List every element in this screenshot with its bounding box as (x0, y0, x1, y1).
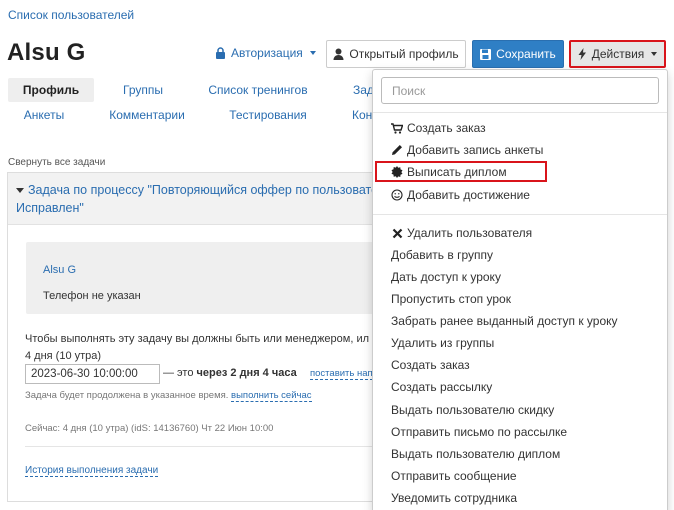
phone-text: Телефон не указан (43, 290, 141, 302)
divider (25, 446, 387, 447)
actions-dropdown-menu: Создать заказ Добавить запись анкеты Вып… (372, 69, 668, 510)
menu-item-label: Создать заказ (391, 358, 470, 372)
menu-item-label: Выдать пользователю диплом (391, 447, 561, 461)
menu-item-give-discount[interactable]: Выдать пользователю скидку (391, 400, 554, 420)
task-description: Чтобы выполнять эту задачу вы должны быт… (25, 331, 369, 365)
lock-icon (216, 47, 225, 59)
smile-icon (391, 189, 403, 201)
tab-trainings-list[interactable]: Список тренингов (203, 78, 313, 102)
menu-item-label: Создать рассылку (391, 380, 493, 394)
menu-item-grant-lesson-access[interactable]: Дать доступ к уроку (391, 267, 501, 287)
tab-groups[interactable]: Группы (108, 78, 178, 102)
menu-item-add-achievement[interactable]: Добавить достижение (391, 185, 530, 205)
cart-icon (391, 122, 403, 134)
menu-item-notify-employee[interactable]: Уведомить сотрудника (391, 488, 517, 508)
eta-text: — это через 2 дня 4 часа (163, 367, 297, 379)
prolong-note: Задача будет продолжена в указанное врем… (25, 390, 229, 401)
tab-tasks[interactable]: Зад (353, 78, 373, 102)
actions-label: Действия (591, 47, 645, 61)
collapse-all-tasks-link[interactable]: Свернуть все задачи (8, 157, 105, 168)
tab-comments[interactable]: Комментарии (108, 103, 186, 127)
menu-item-give-diploma[interactable]: Выдать пользователю диплом (391, 444, 560, 464)
menu-item-label: Удалить из группы (391, 336, 495, 350)
tab-contacts[interactable]: Конт (352, 103, 373, 127)
menu-item-create-order[interactable]: Создать заказ (391, 118, 486, 138)
current-time-info: Сейчас: 4 дня (10 утра) (idS: 14136760) … (25, 423, 274, 434)
task-title-line1[interactable]: Задача по процессу "Повторяющийся оффер … (28, 183, 392, 197)
menu-item-label: Удалить пользователя (407, 226, 533, 240)
menu-item-label: Выдать пользователю скидку (391, 403, 555, 417)
save-label: Сохранить (496, 47, 556, 61)
authorization-label: Авторизация (231, 46, 303, 60)
menu-divider (373, 112, 667, 113)
menu-item-label: Пропустить стоп урок (391, 292, 511, 306)
task-header[interactable]: Задача по процессу "Повторяющийся оффер … (8, 173, 406, 225)
prolong-text: Задача будет продолжена в указанное врем… (25, 390, 312, 402)
menu-item-add-to-group[interactable]: Добавить в группу (391, 245, 493, 265)
menu-item-label: Создать заказ (407, 121, 486, 135)
menu-item-add-form-record[interactable]: Добавить запись анкеты (391, 140, 543, 160)
menu-item-skip-stop-lesson[interactable]: Пропустить стоп урок (391, 289, 511, 309)
actions-dropdown-button[interactable]: Действия (569, 40, 666, 68)
menu-item-label: Отправить сообщение (391, 469, 517, 483)
page-title: Alsu G (7, 39, 86, 66)
menu-item-create-order-2[interactable]: Создать заказ (391, 355, 470, 375)
task-description-line1: Чтобы выполнять эту задачу вы должны быт… (25, 333, 370, 345)
menu-item-label: Добавить запись анкеты (407, 143, 544, 157)
tab-profile[interactable]: Профиль (8, 78, 94, 102)
breadcrumb-users-list[interactable]: Список пользователей (8, 8, 134, 22)
menu-item-delete-user[interactable]: Удалить пользователя (391, 223, 532, 243)
task-description-line2: 4 дня (10 утра) (25, 350, 102, 362)
menu-item-revoke-lesson-access[interactable]: Забрать ранее выданный доступ к уроку (391, 311, 618, 331)
open-profile-button[interactable]: Открытый профиль (326, 40, 466, 68)
menu-divider (373, 214, 667, 215)
authorization-dropdown[interactable]: Авторизация (215, 46, 316, 60)
task-title-line2[interactable]: Исправлен" (16, 201, 84, 215)
highlight-box (375, 161, 547, 182)
menu-item-label: Отправить письмо по рассылке (391, 425, 568, 439)
menu-item-create-mailing[interactable]: Создать рассылку (391, 377, 492, 397)
open-profile-label: Открытый профиль (349, 47, 459, 61)
menu-item-send-message[interactable]: Отправить сообщение (391, 466, 517, 486)
menu-item-label: Дать доступ к уроку (391, 270, 501, 284)
datetime-input[interactable] (25, 364, 160, 384)
execute-now-link[interactable]: выполнить сейчас (231, 390, 312, 402)
eta-bold: через 2 дня 4 часа (196, 367, 297, 379)
user-card: Alsu G Телефон не указан (26, 242, 386, 314)
user-icon (333, 48, 344, 60)
menu-item-label: Уведомить сотрудника (391, 491, 518, 505)
eta-prefix: — это (163, 367, 194, 379)
menu-search-input[interactable] (381, 77, 659, 104)
tab-forms[interactable]: Анкеты (8, 103, 80, 127)
chevron-down-icon (309, 51, 316, 55)
menu-item-label: Добавить в группу (391, 248, 493, 262)
menu-item-label: Добавить достижение (407, 188, 530, 202)
tab-tests[interactable]: Тестирования (223, 103, 313, 127)
menu-item-label: Забрать ранее выданный доступ к уроку (391, 314, 618, 328)
close-icon (391, 228, 403, 239)
user-name-link[interactable]: Alsu G (43, 264, 76, 276)
floppy-disk-icon (480, 48, 492, 60)
menu-item-remove-from-group[interactable]: Удалить из группы (391, 333, 494, 353)
caret-down-icon (16, 188, 24, 194)
menu-item-send-mailing-letter[interactable]: Отправить письмо по рассылке (391, 422, 567, 442)
task-panel: Задача по процессу "Повторяющийся оффер … (7, 172, 407, 502)
lightning-icon (578, 48, 586, 60)
pencil-icon (391, 144, 403, 156)
save-button[interactable]: Сохранить (472, 40, 564, 68)
set-reminder-link[interactable]: поставить нап (310, 368, 373, 380)
task-history-link[interactable]: История выполнения задачи (25, 465, 159, 477)
chevron-down-icon (651, 52, 658, 56)
